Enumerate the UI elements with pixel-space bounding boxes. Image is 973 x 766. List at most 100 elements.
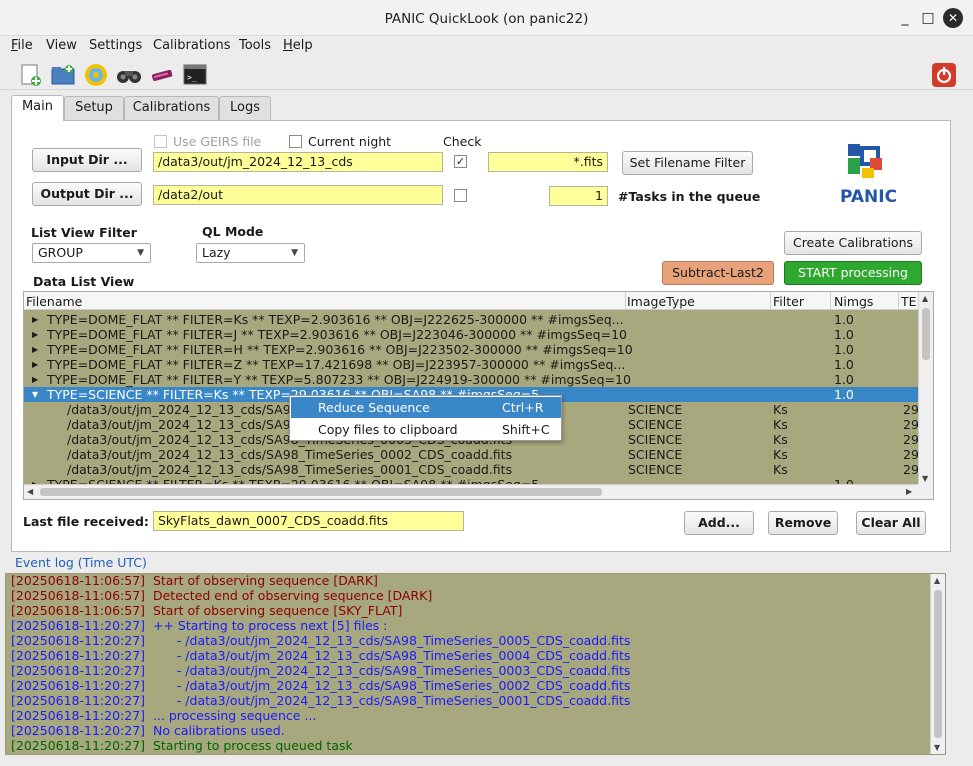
remove-button[interactable]: Remove	[768, 511, 838, 535]
open-folder-icon[interactable]	[50, 62, 76, 88]
expand-arrow-icon[interactable]: ▶	[32, 342, 38, 357]
scroll-thumb[interactable]	[934, 590, 942, 738]
log-line: [20250618-11:06:57] Start of observing s…	[11, 603, 403, 618]
row-imagetype: SCIENCE	[628, 447, 683, 462]
list-view-filter-combo[interactable]: GROUP ▼	[32, 243, 151, 263]
row-filename: /data3/out/jm_2024_12_13_cds/SA98_TimeSe…	[67, 462, 513, 477]
event-log[interactable]: [20250618-11:06:57] Start of observing s…	[5, 573, 946, 755]
table-row[interactable]: ▶ TYPE=DOME_FLAT ** FILTER=Z ** TEXP=17.…	[24, 357, 919, 372]
menu-file[interactable]: File	[11, 38, 33, 53]
svg-text:>_: >_	[187, 73, 197, 82]
power-icon[interactable]	[931, 62, 957, 88]
table-row[interactable]: ▶ TYPE=DOME_FLAT ** FILTER=Y ** TEXP=5.8…	[24, 372, 919, 387]
reduce-sequence-menu-item[interactable]: Reduce Sequence Ctrl+R	[291, 397, 561, 418]
vertical-scrollbar[interactable]: ▲ ▼	[918, 292, 933, 485]
binoculars-icon[interactable]	[116, 62, 142, 88]
menu-calibrations[interactable]: Calibrations	[153, 38, 231, 53]
table-row[interactable]: /data3/out/jm_2024_12_13_cds/SA98_TimeSe…	[24, 462, 919, 477]
scroll-thumb[interactable]	[40, 488, 602, 496]
check-input-checkbox[interactable]: ✓	[454, 155, 467, 168]
last-file-label: Last file received:	[23, 514, 149, 529]
column-nimgs[interactable]: Nimgs	[834, 294, 873, 309]
row-filter: Ks	[773, 417, 788, 432]
scroll-right-icon[interactable]: ▶	[906, 487, 912, 496]
scroll-down-icon[interactable]: ▼	[922, 474, 928, 483]
table-row[interactable]: /data3/out/jm_2024_12_13_cds/SA98_TimeSe…	[24, 447, 919, 462]
use-geirs-checkbox[interactable]	[154, 135, 167, 148]
current-night-checkbox[interactable]	[289, 135, 302, 148]
tab-logs[interactable]: Logs	[219, 96, 271, 120]
list-view-filter-label: List View Filter	[31, 225, 137, 240]
table-row[interactable]: ▶ TYPE=DOME_FLAT ** FILTER=H ** TEXP=2.9…	[24, 342, 919, 357]
row-filename: TYPE=DOME_FLAT ** FILTER=J ** TEXP=2.903…	[47, 327, 627, 342]
minimize-button[interactable]: _	[896, 9, 914, 27]
expand-arrow-icon[interactable]: ▶	[32, 357, 38, 372]
new-file-icon[interactable]	[18, 62, 44, 88]
menu-view[interactable]: View	[46, 38, 77, 53]
menu-tools[interactable]: Tools	[239, 38, 271, 53]
log-line: [20250618-11:20:27] - /data3/out/jm_2024…	[11, 633, 631, 648]
maximize-button[interactable]: □	[919, 9, 937, 27]
menu-help[interactable]: Help	[283, 38, 313, 53]
row-texp: 29	[903, 462, 919, 477]
row-filename: TYPE=DOME_FLAT ** FILTER=H ** TEXP=2.903…	[47, 342, 633, 357]
row-nimgs: 1.0	[834, 327, 854, 342]
scroll-left-icon[interactable]: ◀	[27, 487, 33, 496]
horizontal-scrollbar[interactable]: ◀ ▶	[24, 484, 919, 499]
expand-arrow-icon[interactable]: ▶	[32, 312, 38, 327]
table-row[interactable]: ▶ TYPE=DOME_FLAT ** FILTER=Ks ** TEXP=2.…	[24, 312, 919, 327]
close-button[interactable]: ✕	[943, 8, 963, 28]
row-filter: Ks	[773, 447, 788, 462]
log-line: [20250618-11:06:57] Detected end of obse…	[11, 588, 433, 603]
tab-setup[interactable]: Setup	[64, 96, 124, 120]
filename-filter-field[interactable]: *.fits	[488, 152, 608, 172]
set-filename-filter-button[interactable]: Set Filename Filter	[622, 151, 753, 175]
row-imagetype: SCIENCE	[628, 417, 683, 432]
row-filename: TYPE=DOME_FLAT ** FILTER=Ks ** TEXP=2.90…	[47, 312, 624, 327]
column-filter[interactable]: Filter	[773, 294, 804, 309]
start-processing-button[interactable]: START processing	[784, 261, 922, 285]
log-line: [20250618-11:20:27] ++ Starting to proce…	[11, 618, 388, 633]
menu-settings[interactable]: Settings	[89, 38, 142, 53]
terminal-icon[interactable]: >_	[182, 62, 208, 88]
scroll-down-icon[interactable]: ▼	[934, 743, 940, 752]
collapse-arrow-icon[interactable]: ▼	[32, 387, 38, 402]
list-view-filter-value: GROUP	[38, 245, 83, 260]
scroll-up-icon[interactable]: ▲	[922, 294, 928, 303]
context-menu: Reduce Sequence Ctrl+R Copy files to cli…	[289, 395, 562, 441]
row-imagetype: SCIENCE	[628, 402, 683, 417]
tab-calibrations[interactable]: Calibrations	[124, 96, 219, 120]
output-dir-button[interactable]: Output Dir ...	[32, 182, 142, 206]
copy-files-menu-item[interactable]: Copy files to clipboard Shift+C	[291, 419, 561, 440]
input-dir-button[interactable]: Input Dir ...	[32, 148, 142, 172]
log-vertical-scrollbar[interactable]: ▲ ▼	[930, 574, 945, 754]
add-button[interactable]: Add...	[684, 511, 754, 535]
tasks-queue-label: #Tasks in the queue	[618, 189, 761, 204]
check-output-checkbox[interactable]	[454, 189, 467, 202]
expand-arrow-icon[interactable]: ▶	[32, 372, 38, 387]
clear-all-button[interactable]: Clear All	[856, 511, 926, 535]
create-calibrations-button[interactable]: Create Calibrations	[784, 231, 922, 255]
column-filename[interactable]: Filename	[26, 294, 82, 309]
scroll-up-icon[interactable]: ▲	[934, 576, 940, 585]
table-row[interactable]: ▶ TYPE=DOME_FLAT ** FILTER=J ** TEXP=2.9…	[24, 327, 919, 342]
output-dir-field[interactable]: /data2/out	[153, 185, 443, 205]
input-dir-field[interactable]: /data3/out/jm_2024_12_13_cds	[153, 152, 443, 172]
ql-mode-combo[interactable]: Lazy ▼	[196, 243, 305, 263]
row-filter: Ks	[773, 402, 788, 417]
table-header: Filename ImageType Filter Nimgs TE:	[24, 292, 921, 310]
expand-arrow-icon[interactable]: ▶	[32, 327, 38, 342]
tab-main[interactable]: Main	[11, 95, 64, 121]
subtract-last2-button[interactable]: Subtract-Last2	[662, 261, 774, 285]
scroll-thumb[interactable]	[922, 308, 930, 360]
row-filename: TYPE=DOME_FLAT ** FILTER=Y ** TEXP=5.807…	[47, 372, 631, 387]
log-line: [20250618-11:20:27] Starting to process …	[11, 738, 353, 753]
row-texp: 29	[903, 417, 919, 432]
row-nimgs: 1.0	[834, 372, 854, 387]
telescope-icon[interactable]	[149, 62, 175, 88]
column-imagetype[interactable]: ImageType	[627, 294, 695, 309]
current-night-label: Current night	[308, 134, 392, 149]
title-bar: PANIC QuickLook (on panic22) _ □ ✕	[0, 0, 973, 36]
sun-icon[interactable]	[83, 62, 109, 88]
event-log-label[interactable]: Event log (Time UTC)	[15, 555, 147, 570]
